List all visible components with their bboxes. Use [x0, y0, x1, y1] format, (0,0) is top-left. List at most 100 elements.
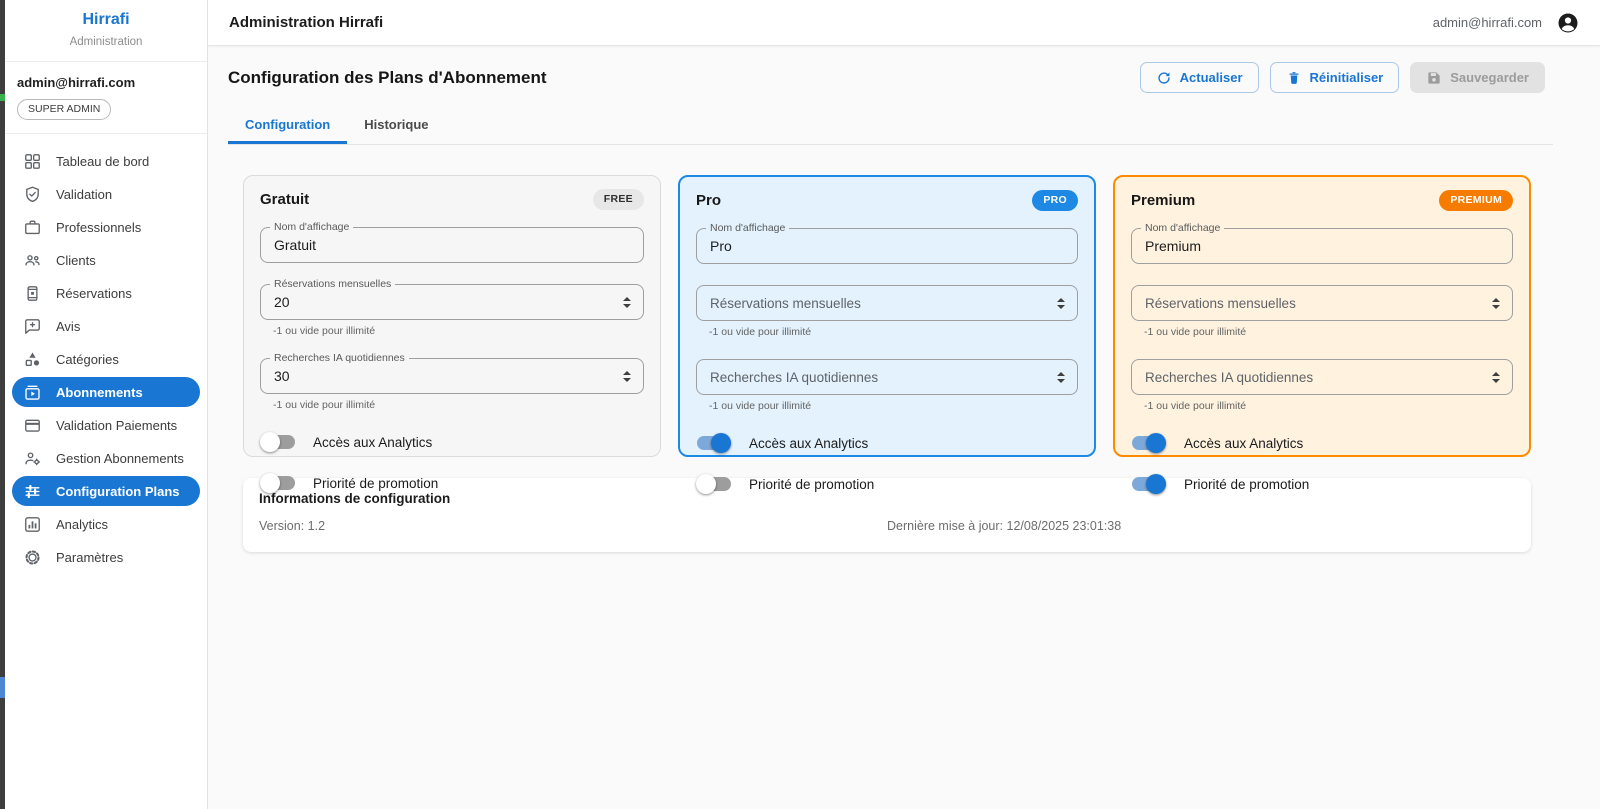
free-monthly-reservations-label: Réservations mensuelles: [270, 278, 396, 290]
config-info-row: Version: 1.2 Dernière mise à jour: 12/08…: [259, 519, 1515, 533]
sidebar-item-analytics[interactable]: Analytics: [12, 509, 200, 539]
edge-marker-green: [0, 94, 5, 101]
sidebar-item-gestion-abonnements[interactable]: Gestion Abonnements: [12, 443, 200, 473]
pro-monthly-reservations-hint: -1 ou vide pour illimité: [709, 326, 812, 338]
briefcase-icon: [23, 218, 42, 237]
pro-analytics-access-label: Accès aux Analytics: [749, 435, 869, 451]
people-icon: [23, 251, 42, 270]
plan-card-pro: Pro PRO Nom d'affichage -1 ou vide pour …: [678, 175, 1096, 494]
free-daily-ai-searches-input[interactable]: [274, 368, 621, 384]
pro-daily-ai-searches-hint: -1 ou vide pour illimité: [709, 400, 812, 412]
refresh-icon: [1156, 70, 1172, 86]
refresh-button[interactable]: Actualiser: [1139, 62, 1259, 93]
pro-promotion-priority-label: Priorité de promotion: [749, 476, 875, 492]
pro-display-name-input[interactable]: [710, 238, 1067, 254]
premium-daily-ai-searches-field: [1131, 359, 1513, 395]
sidebar-item-reservations[interactable]: Réservations: [12, 278, 200, 308]
role-badge: SUPER ADMIN: [17, 99, 112, 120]
main-content: Configuration des Plans d'Abonnement Act…: [208, 46, 1600, 809]
plan-card-free: Gratuit FREE Nom d'affichage Réservation…: [243, 175, 661, 493]
categories-icon: [23, 350, 42, 369]
pro-daily-ai-searches-input[interactable]: [710, 369, 1055, 385]
refresh-button-label: Actualiser: [1179, 70, 1243, 85]
reservations-icon: [23, 284, 42, 303]
config-last-update: Dernière mise à jour: 12/08/2025 23:01:3…: [887, 519, 1122, 533]
free-daily-ai-searches-field: Recherches IA quotidiennes: [260, 352, 644, 394]
free-monthly-reservations-stepper[interactable]: [621, 295, 633, 310]
free-analytics-access-row: Accès aux Analytics: [260, 432, 644, 452]
pro-monthly-reservations-stepper[interactable]: [1055, 296, 1067, 311]
sidebar-item-parametres[interactable]: Paramètres: [12, 542, 200, 572]
sidebar-item-categories[interactable]: Catégories: [12, 344, 200, 374]
sidebar-item-label: Analytics: [56, 516, 109, 532]
free-analytics-access-toggle[interactable]: [260, 432, 296, 452]
topbar-user-email: admin@hirrafi.com: [1432, 15, 1542, 30]
pro-promotion-priority-row: Priorité de promotion: [696, 474, 1078, 494]
sidebar-header: Hirrafi Administration: [5, 0, 207, 62]
sidebar-item-abonnements[interactable]: Abonnements: [12, 377, 200, 407]
premium-analytics-access-toggle[interactable]: [1131, 433, 1167, 453]
pro-monthly-reservations-input[interactable]: [710, 295, 1055, 311]
topbar: Administration Hirrafi admin@hirrafi.com: [208, 0, 1600, 46]
reset-button-label: Réinitialiser: [1309, 70, 1384, 85]
pro-monthly-reservations-field: [696, 285, 1078, 321]
sidebar-item-validation-paiements[interactable]: Validation Paiements: [12, 410, 200, 440]
sidebar-item-avis[interactable]: Avis: [12, 311, 200, 341]
premium-daily-ai-searches-hint: -1 ou vide pour illimité: [1144, 400, 1247, 412]
tab-configuration[interactable]: Configuration: [228, 106, 348, 144]
free-display-name-field: Nom d'affichage: [260, 221, 644, 263]
sidebar-item-clients[interactable]: Clients: [12, 245, 200, 275]
account-circle-icon[interactable]: [1556, 11, 1580, 35]
free-promotion-priority-toggle[interactable]: [260, 473, 296, 493]
pro-promotion-priority-toggle[interactable]: [696, 474, 732, 494]
sidebar-item-tableau-de-bord[interactable]: Tableau de bord: [12, 146, 200, 176]
save-button[interactable]: Sauvegarder: [1410, 62, 1545, 93]
premium-analytics-access-label: Accès aux Analytics: [1184, 435, 1304, 451]
credit-card-icon: [23, 416, 42, 435]
sidebar-item-professionnels[interactable]: Professionnels: [12, 212, 200, 242]
plan-badge-free: FREE: [592, 189, 644, 210]
pro-analytics-access-row: Accès aux Analytics: [696, 433, 1078, 453]
tab-historique[interactable]: Historique: [347, 106, 445, 144]
plan-title-free: Gratuit: [260, 191, 310, 208]
free-promotion-priority-label: Priorité de promotion: [313, 475, 439, 491]
sidebar-item-label: Tableau de bord: [56, 153, 150, 169]
tune-icon: [23, 482, 42, 501]
sidebar-item-validation[interactable]: Validation: [12, 179, 200, 209]
premium-monthly-reservations-input[interactable]: [1145, 295, 1490, 311]
pro-daily-ai-searches-stepper[interactable]: [1055, 370, 1067, 385]
page-title: Configuration des Plans d'Abonnement: [228, 67, 547, 87]
sidebar-item-label: Abonnements: [56, 384, 143, 400]
premium-analytics-access-row: Accès aux Analytics: [1131, 433, 1513, 453]
plan-badge-premium: PREMIUM: [1439, 190, 1513, 211]
brand-title: Hirrafi: [82, 11, 130, 28]
trash-icon: [1286, 70, 1302, 86]
reset-button[interactable]: Réinitialiser: [1269, 62, 1400, 93]
free-display-name-input[interactable]: [274, 237, 633, 253]
plan-title-pro: Pro: [696, 192, 722, 209]
pro-analytics-access-toggle[interactable]: [696, 433, 732, 453]
plan-card-premium: Premium PREMIUM Nom d'affichage -1 ou vi…: [1113, 175, 1531, 494]
premium-daily-ai-searches-input[interactable]: [1145, 369, 1490, 385]
sidebar-user-email: admin@hirrafi.com: [17, 75, 136, 90]
pro-daily-ai-searches-field: [696, 359, 1078, 395]
free-display-name-label: Nom d'affichage: [270, 221, 354, 233]
subscriptions-icon: [23, 383, 42, 402]
premium-promotion-priority-toggle[interactable]: [1131, 474, 1167, 494]
topbar-title: Administration Hirrafi: [229, 14, 384, 31]
plan-head-free: Gratuit FREE: [260, 189, 644, 210]
premium-display-name-label: Nom d'affichage: [1141, 222, 1225, 234]
free-daily-ai-searches-label: Recherches IA quotidiennes: [270, 352, 409, 364]
premium-display-name-input[interactable]: [1145, 238, 1502, 254]
premium-monthly-reservations-stepper[interactable]: [1490, 296, 1502, 311]
sidebar-item-label: Validation Paiements: [56, 417, 178, 433]
free-daily-ai-searches-stepper[interactable]: [621, 369, 633, 384]
plan-cards-row: Gratuit FREE Nom d'affichage Réservation…: [243, 175, 1600, 494]
premium-daily-ai-searches-stepper[interactable]: [1490, 370, 1502, 385]
free-monthly-reservations-input[interactable]: [274, 294, 621, 310]
sidebar-item-label: Professionnels: [56, 219, 142, 235]
premium-promotion-priority-row: Priorité de promotion: [1131, 474, 1513, 494]
sidebar-item-configuration-plans[interactable]: Configuration Plans: [12, 476, 200, 506]
sidebar-item-label: Catégories: [56, 351, 119, 367]
save-icon: [1426, 70, 1442, 86]
